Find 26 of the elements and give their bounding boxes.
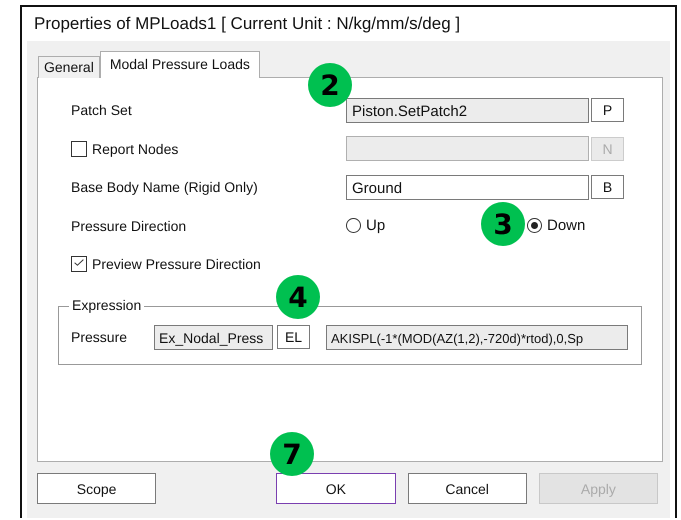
group-title: Expression	[69, 296, 144, 312]
dialog-button[interactable]: OK	[276, 473, 396, 504]
field-label: Pressure	[71, 329, 128, 345]
pick-button[interactable]: P	[591, 98, 624, 122]
input-field[interactable]: AKISPL(-1*(MOD(AZ(1,2),-720d)*rtod),0,Sp	[326, 324, 628, 350]
input-field[interactable]: Ground	[346, 174, 589, 200]
field-label: Patch Set	[71, 102, 133, 118]
input-field[interactable]: Ex_Nodal_Press	[154, 324, 273, 350]
dialog-button[interactable]: Scope	[37, 473, 156, 504]
pick-button[interactable]: B	[591, 175, 624, 200]
radio-label: Down	[547, 217, 586, 234]
radio-button[interactable]	[346, 218, 361, 234]
checkbox[interactable]	[71, 256, 87, 272]
pick-button[interactable]: EL	[277, 325, 310, 349]
tab[interactable]: General	[38, 56, 100, 78]
field-label: Base Body Name (Rigid Only)	[71, 179, 259, 196]
field-label: Pressure Direction	[71, 218, 188, 234]
tab[interactable]: Modal Pressure Loads	[100, 51, 260, 78]
checkbox-label: Report Nodes	[92, 140, 178, 157]
radio-label: Up	[366, 217, 386, 234]
window-title: Properties of MPLoads1 [ Current Unit : N/kg/mm/s/deg ]	[34, 14, 460, 34]
radio-dot	[531, 222, 538, 230]
checkbox-label: Preview Pressure Direction	[92, 256, 261, 272]
input-field[interactable]: Piston.SetPatch2	[346, 98, 589, 123]
dialog-button[interactable]: Cancel	[408, 473, 527, 504]
radio-button[interactable]	[527, 218, 542, 234]
